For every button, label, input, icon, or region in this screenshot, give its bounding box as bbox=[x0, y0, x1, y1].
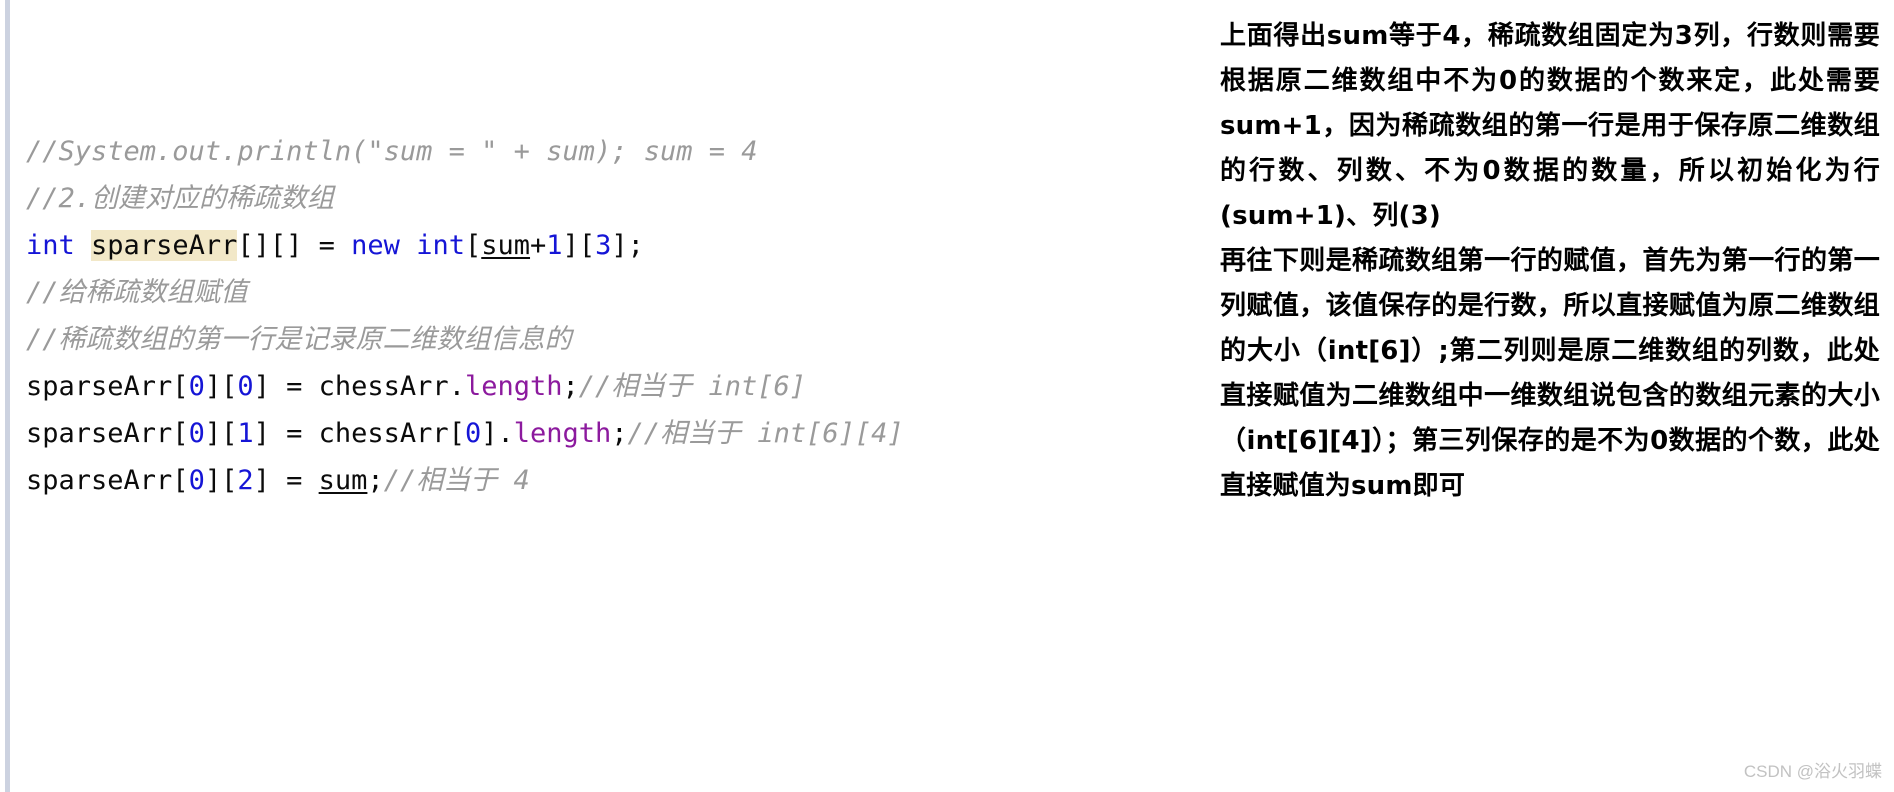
code-block-panel: //System.out.println("sum = " + sum); su… bbox=[0, 0, 1208, 792]
code-token: length bbox=[513, 418, 612, 449]
code-token: ][ bbox=[204, 418, 238, 449]
code-token: length bbox=[464, 371, 563, 402]
code-token: new bbox=[351, 230, 400, 261]
code-token: //相当于 int[6] bbox=[578, 371, 807, 402]
code-token: 0 bbox=[464, 418, 482, 449]
code-token: //相当于 4 bbox=[383, 465, 530, 496]
code-block-left-accent-bar bbox=[5, 0, 10, 792]
code-token: 0 bbox=[237, 371, 254, 402]
code-line: //稀疏数组的第一行是记录原二维数组信息的 bbox=[26, 316, 1186, 363]
code-token: 0 bbox=[188, 418, 205, 449]
code-token: 1 bbox=[546, 230, 563, 261]
code-token: ] = bbox=[253, 465, 319, 496]
code-token: sum bbox=[481, 230, 531, 261]
code-lines-container: //System.out.println("sum = " + sum); su… bbox=[26, 128, 1186, 504]
code-token: ] = chessArr[ bbox=[253, 418, 465, 449]
code-token: //System.out.println("sum = " + sum); su… bbox=[26, 136, 758, 167]
code-token: //相当于 int[6][4] bbox=[627, 418, 904, 449]
code-token: . bbox=[497, 418, 514, 449]
note-paragraph: 再往下则是稀疏数组第一行的赋值，首先为第一行的第一列赋值，该值保存的是行数，所以… bbox=[1220, 246, 1880, 501]
code-token: sparseArr[ bbox=[26, 418, 189, 449]
code-line: sparseArr[0][1] = chessArr[0].length;//相… bbox=[26, 410, 1186, 457]
code-token: ][ bbox=[562, 230, 596, 261]
code-line: int sparseArr[][] = new int[sum+1][3]; bbox=[26, 222, 1186, 269]
code-token: sparseArr bbox=[91, 230, 238, 261]
code-token: int bbox=[416, 230, 465, 261]
notes-body: 上面得出sum等于4，稀疏数组固定为3列，行数则需要根据原二维数组中不为0的数据… bbox=[1220, 14, 1880, 509]
code-token: 3 bbox=[595, 230, 612, 261]
code-token: sum bbox=[318, 465, 368, 496]
code-token: 0 bbox=[188, 465, 205, 496]
code-token: + bbox=[530, 230, 547, 261]
code-token: 2 bbox=[237, 465, 254, 496]
code-token: sparseArr[ bbox=[26, 371, 189, 402]
code-token: [][] = bbox=[237, 230, 352, 261]
code-token: [ bbox=[464, 230, 482, 261]
note-paragraph: 上面得出sum等于4，稀疏数组固定为3列，行数则需要根据原二维数组中不为0的数据… bbox=[1220, 21, 1880, 231]
code-line: sparseArr[0][0] = chessArr.length;//相当于 … bbox=[26, 363, 1186, 410]
csdn-watermark: CSDN @浴火羽蝶 bbox=[1743, 762, 1882, 781]
code-token: ][ bbox=[204, 465, 238, 496]
code-token: ] bbox=[481, 418, 498, 449]
code-token: ] = chessArr bbox=[253, 371, 449, 402]
explanation-notes-panel: 上面得出sum等于4，稀疏数组固定为3列，行数则需要根据原二维数组中不为0的数据… bbox=[1215, 0, 1894, 792]
code-token: //给稀疏数组赋值 bbox=[26, 277, 248, 308]
code-token: sparseArr[ bbox=[26, 465, 189, 496]
code-token: int bbox=[26, 230, 75, 261]
code-token: ; bbox=[611, 418, 628, 449]
code-line: sparseArr[0][2] = sum;//相当于 4 bbox=[26, 457, 1186, 504]
code-line: //System.out.println("sum = " + sum); su… bbox=[26, 128, 1186, 175]
code-token: ]; bbox=[611, 230, 644, 261]
code-token: //2.创建对应的稀疏数组 bbox=[26, 183, 335, 214]
code-token: ; bbox=[367, 465, 384, 496]
code-line: //2.创建对应的稀疏数组 bbox=[26, 175, 1186, 222]
code-line: //给稀疏数组赋值 bbox=[26, 269, 1186, 316]
code-token: . bbox=[448, 371, 465, 402]
code-token: //稀疏数组的第一行是记录原二维数组信息的 bbox=[26, 324, 572, 355]
code-token: 0 bbox=[188, 371, 205, 402]
code-token: ][ bbox=[204, 371, 238, 402]
code-token: ; bbox=[562, 371, 579, 402]
code-token: 1 bbox=[237, 418, 254, 449]
